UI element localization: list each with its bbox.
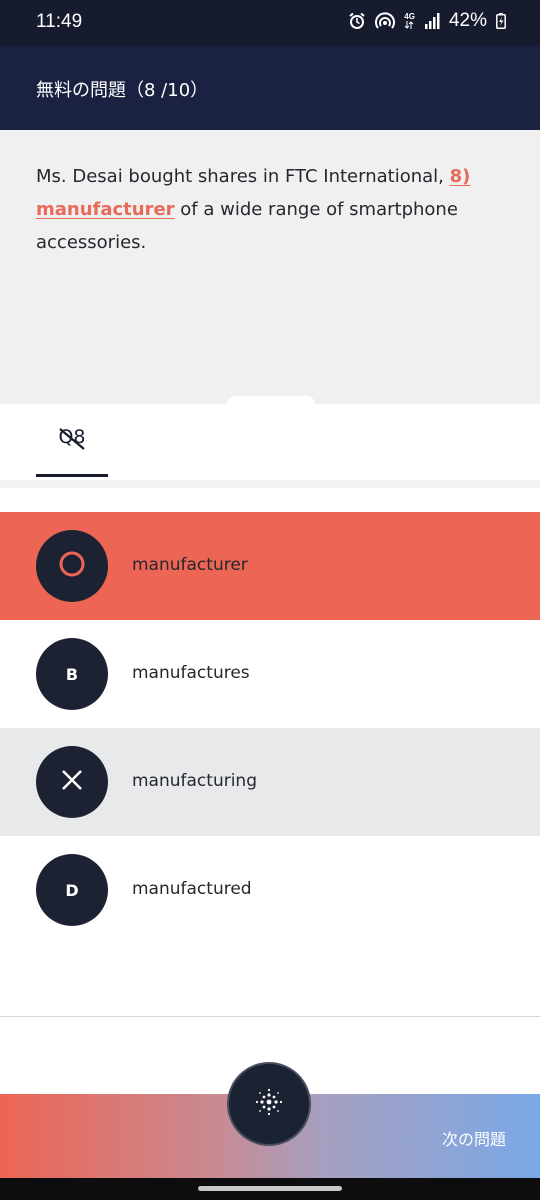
correct-circle-icon <box>58 550 86 582</box>
battery-icon <box>496 13 506 29</box>
option-text: manufacturer <box>132 555 248 575</box>
page-title: 無料の問題（8 /10） <box>36 80 209 101</box>
section-divider <box>0 480 540 488</box>
answer-option-b[interactable]: B manufactures <box>0 620 540 728</box>
signal-icon <box>424 13 440 29</box>
answer-option-d[interactable]: D manufactured <box>0 836 540 944</box>
answer-option-c[interactable]: manufacturing <box>0 728 540 836</box>
alarm-icon <box>348 12 366 30</box>
option-marker <box>36 746 108 818</box>
option-letter: D <box>65 880 79 900</box>
option-letter: B <box>65 664 79 684</box>
network-type-icon: 4G <box>404 13 415 29</box>
option-text: manufactured <box>132 879 252 899</box>
status-bar: 11:49 4G 42% <box>0 0 540 46</box>
wrong-x-icon <box>60 768 84 796</box>
status-time: 11:49 <box>36 11 83 32</box>
question-text-before: Ms. Desai bought shares in FTC Internati… <box>36 166 450 187</box>
bottom-divider <box>0 1016 540 1017</box>
hotspot-icon <box>375 12 396 30</box>
question-text: Ms. Desai bought shares in FTC Internati… <box>36 160 476 259</box>
option-marker: B <box>36 638 108 710</box>
next-question-button[interactable]: 次の問題 <box>442 1126 506 1150</box>
battery-percent: 42% <box>448 10 487 31</box>
status-icons: 4G 42% <box>348 10 506 32</box>
system-nav-bar <box>0 1178 540 1200</box>
option-marker <box>36 530 108 602</box>
answer-option-a[interactable]: manufacturer <box>0 512 540 620</box>
option-text: manufacturing <box>132 771 257 791</box>
option-marker: D <box>36 854 108 926</box>
option-text: manufactures <box>132 663 250 683</box>
tab-active-indicator <box>36 474 108 477</box>
network-type-label: 4G <box>404 12 415 21</box>
strikethrough-icon <box>58 428 86 454</box>
ai-assistant-button[interactable] <box>227 1062 311 1146</box>
home-gesture-handle[interactable] <box>198 1186 342 1191</box>
sparkle-icon <box>254 1087 284 1121</box>
tab-question[interactable]: Q8 <box>36 404 108 476</box>
tab-bar: Q8 <box>0 404 540 480</box>
app-header: 無料の問題（8 /10） <box>0 46 540 130</box>
question-panel: Ms. Desai bought shares in FTC Internati… <box>0 130 540 404</box>
